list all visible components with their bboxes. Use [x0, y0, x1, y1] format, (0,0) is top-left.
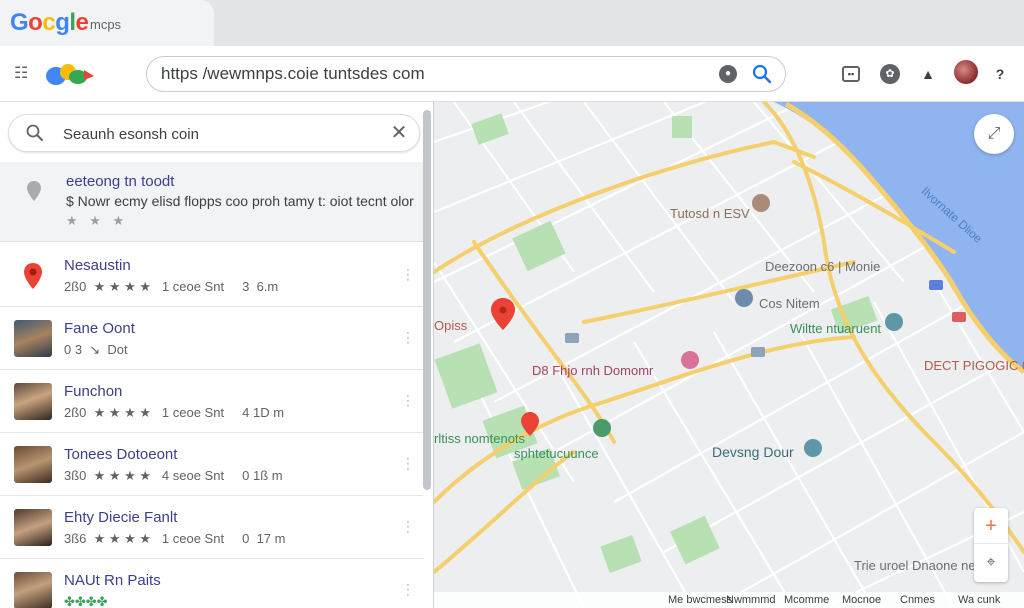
map-label[interactable]: rltiss nomtenots [434, 431, 525, 446]
result-meta: 2ß0 ★ ★ ★ ★ 1 ceoe Snt 3 6.m [64, 279, 279, 294]
zoom-in-button[interactable]: + [974, 508, 1008, 544]
maps-logo-icon [46, 64, 94, 85]
zoom-controls: + ⌖ [974, 508, 1008, 582]
google-logo: Gocgle [10, 9, 89, 36]
map-label[interactable]: Devsng Dour [712, 444, 794, 460]
map-label[interactable]: Tutosd n ESV [670, 206, 750, 221]
map-graphics [434, 102, 1024, 608]
place-rating-stars: ★ ★ ★ [66, 213, 129, 228]
result-name[interactable]: Nesaustin [64, 257, 131, 274]
more-options-icon[interactable]: · · · [404, 454, 412, 475]
map-label[interactable]: Opiss [434, 318, 467, 333]
map-label[interactable]: Deezoon c6 | Monie [765, 259, 880, 274]
url-input[interactable] [161, 64, 701, 84]
sidebar-search-box[interactable]: ✕ [8, 114, 420, 152]
map-label[interactable]: Wiltte ntuaruent [790, 321, 881, 336]
result-meta: ✤✤✤✤ [64, 594, 108, 608]
sidebar-scrollbar[interactable] [423, 110, 431, 490]
result-name[interactable]: Funchon [64, 383, 122, 400]
place-summary-card[interactable]: eeteong tn toodt $ Nowr ecmy elisd flopp… [0, 162, 423, 242]
help-icon[interactable]: ? [990, 64, 1010, 84]
fullscreen-button[interactable]: ⤢ [974, 114, 1014, 154]
browser-toolbar: ☷ ● ▪▪ ✿ ▲ ? [0, 46, 1024, 102]
map-label[interactable]: sphtetucuunce [514, 446, 599, 461]
more-options-icon[interactable]: · · · [404, 391, 412, 412]
more-options-icon[interactable]: · · · [404, 328, 412, 349]
result-thumbnail[interactable] [14, 572, 52, 608]
result-thumbnail[interactable] [14, 509, 52, 546]
map-canvas[interactable]: Tutosd n ESV Deezoon c6 | Monie Cos Nitem W… [434, 102, 1024, 608]
map-footer-link[interactable]: Mocnoe [842, 594, 881, 606]
user-avatar[interactable] [954, 60, 978, 84]
result-meta: 0 3 ↘ Dot [64, 342, 128, 357]
map-footer-link[interactable]: Me bwcmess [668, 594, 732, 606]
settings-icon[interactable]: ✿ [880, 64, 900, 84]
result-list-item[interactable]: Ehty Diecie Fanlt 3ß6 ★ ★ ★ ★ 1 ceoe Snt … [0, 496, 423, 559]
result-name[interactable]: Fane Oont [64, 320, 135, 337]
result-thumbnail[interactable] [14, 383, 52, 420]
search-input[interactable] [63, 124, 383, 144]
browser-tab[interactable]: Gocgle mcps [0, 0, 214, 46]
result-meta: 2ß0 ★ ★ ★ ★ 1 ceoe Snt 4 1D m [64, 405, 285, 420]
browser-tab-strip: Gocgle mcps [0, 0, 1024, 46]
location-pin-icon [24, 263, 42, 289]
apps-icon[interactable]: ▪▪ [842, 66, 860, 82]
notifications-bell-icon[interactable]: ▲ [918, 64, 938, 84]
tab-title: mcps [90, 17, 122, 32]
map-label[interactable]: D8 Fhjo rnh Domomr [532, 363, 653, 378]
result-list-item[interactable]: Nesaustin 2ß0 ★ ★ ★ ★ 1 ceoe Snt 3 6.m · · · [0, 244, 423, 307]
map-footer-link[interactable]: Nwmmmd [726, 594, 776, 606]
result-list-item[interactable]: Funchon 2ß0 ★ ★ ★ ★ 1 ceoe Snt 4 1D m · · · [0, 370, 423, 433]
close-icon[interactable]: ✕ [387, 121, 411, 145]
address-bar[interactable]: ● [146, 56, 786, 92]
menu-icon[interactable]: ☷ [14, 63, 34, 83]
map-label[interactable]: Trie uroel Dnaone ne [854, 558, 976, 573]
result-name[interactable]: Ehty Diecie Fanlt [64, 509, 177, 526]
search-icon[interactable] [751, 63, 773, 85]
map-footer-link[interactable]: Wa cunk [958, 594, 1000, 606]
map-footer-link[interactable]: Cnmes [900, 594, 935, 606]
more-options-icon[interactable]: · · · [404, 517, 412, 538]
voice-search-icon[interactable]: ● [719, 65, 737, 83]
result-thumbnail[interactable] [14, 446, 52, 483]
location-pin-icon [27, 181, 41, 201]
map-label[interactable]: DECT PIGOGIC 0 [924, 358, 1024, 373]
map-label[interactable]: Cos Nitem [759, 296, 820, 311]
result-list-item[interactable]: Fane Oont 0 3 ↘ Dot · · · [0, 307, 423, 370]
map-footer: Me bwcmess Nwmmmd Mcomme Mocnoe Cnmes Wa cunk [434, 592, 1024, 608]
place-description: $ Nowr ecmy elisd flopps coo proh tamy t… [66, 193, 414, 209]
result-name[interactable]: NAUt Rn Paits [64, 572, 161, 589]
result-list-item[interactable]: Tonees Dotoeont 3ß0 ★ ★ ★ ★ 4 seoe Snt 0 … [0, 433, 423, 496]
result-meta: 3ß6 ★ ★ ★ ★ 1 ceoe Snt 0 17 m [64, 531, 286, 546]
more-options-icon[interactable]: · · · [404, 580, 412, 601]
result-meta: 3ß0 ★ ★ ★ ★ 4 seoe Snt 0 1ß m [64, 468, 283, 483]
map-footer-link[interactable]: Mcomme [784, 594, 829, 606]
place-title[interactable]: eeteong tn toodt [66, 173, 174, 190]
result-name[interactable]: Tonees Dotoeont [64, 446, 177, 463]
locate-me-button[interactable]: ⌖ [974, 545, 1008, 581]
results-sidebar: ✕ eeteong tn toodt $ Nowr ecmy elisd flo… [0, 102, 434, 608]
search-icon[interactable] [25, 123, 45, 143]
result-thumbnail[interactable] [14, 320, 52, 357]
result-list-item[interactable]: NAUt Rn Paits ✤✤✤✤ · · · [0, 559, 423, 608]
more-options-icon[interactable]: · · · [404, 265, 412, 286]
